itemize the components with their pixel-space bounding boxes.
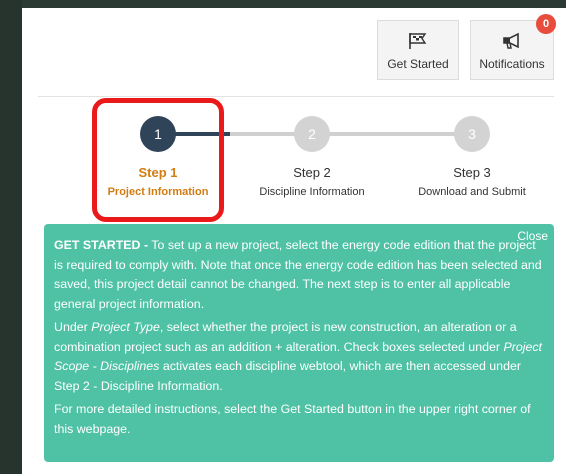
step-2-circle[interactable]: 2 [294,116,330,152]
step-3-circle[interactable]: 3 [454,116,490,152]
step-2-subtitle[interactable]: Discipline Information [246,186,378,198]
info-heading: GET STARTED - [54,238,149,252]
flag-icon [408,31,428,51]
step-connector-2 [230,132,462,136]
get-started-label: Get Started [387,57,449,71]
info-paragraph-2: Under Project Type, select whether the p… [54,318,544,396]
info-paragraph-1: GET STARTED - To set up a new project, s… [54,236,544,314]
info-p2-a: Under [54,320,92,334]
get-started-info-panel: Close GET STARTED - To set up a new proj… [44,224,554,462]
notifications-label: Notifications [479,57,545,71]
info-paragraph-3: For more detailed instructions, select t… [54,402,531,436]
step-1-highlight [92,98,224,222]
step-2-title[interactable]: Step 2 [262,165,362,180]
main-card: Get Started Notifications 0 1 2 3 Step 1… [22,8,566,474]
backdrop [0,0,22,474]
divider [38,96,554,97]
close-button[interactable]: Close [517,227,548,247]
step-3-subtitle[interactable]: Download and Submit [404,186,540,198]
megaphone-icon [501,31,523,51]
notifications-count-badge: 0 [536,14,556,34]
project-type-term: Project Type [91,320,160,334]
step-3-title[interactable]: Step 3 [422,165,522,180]
get-started-button[interactable]: Get Started [377,20,459,80]
